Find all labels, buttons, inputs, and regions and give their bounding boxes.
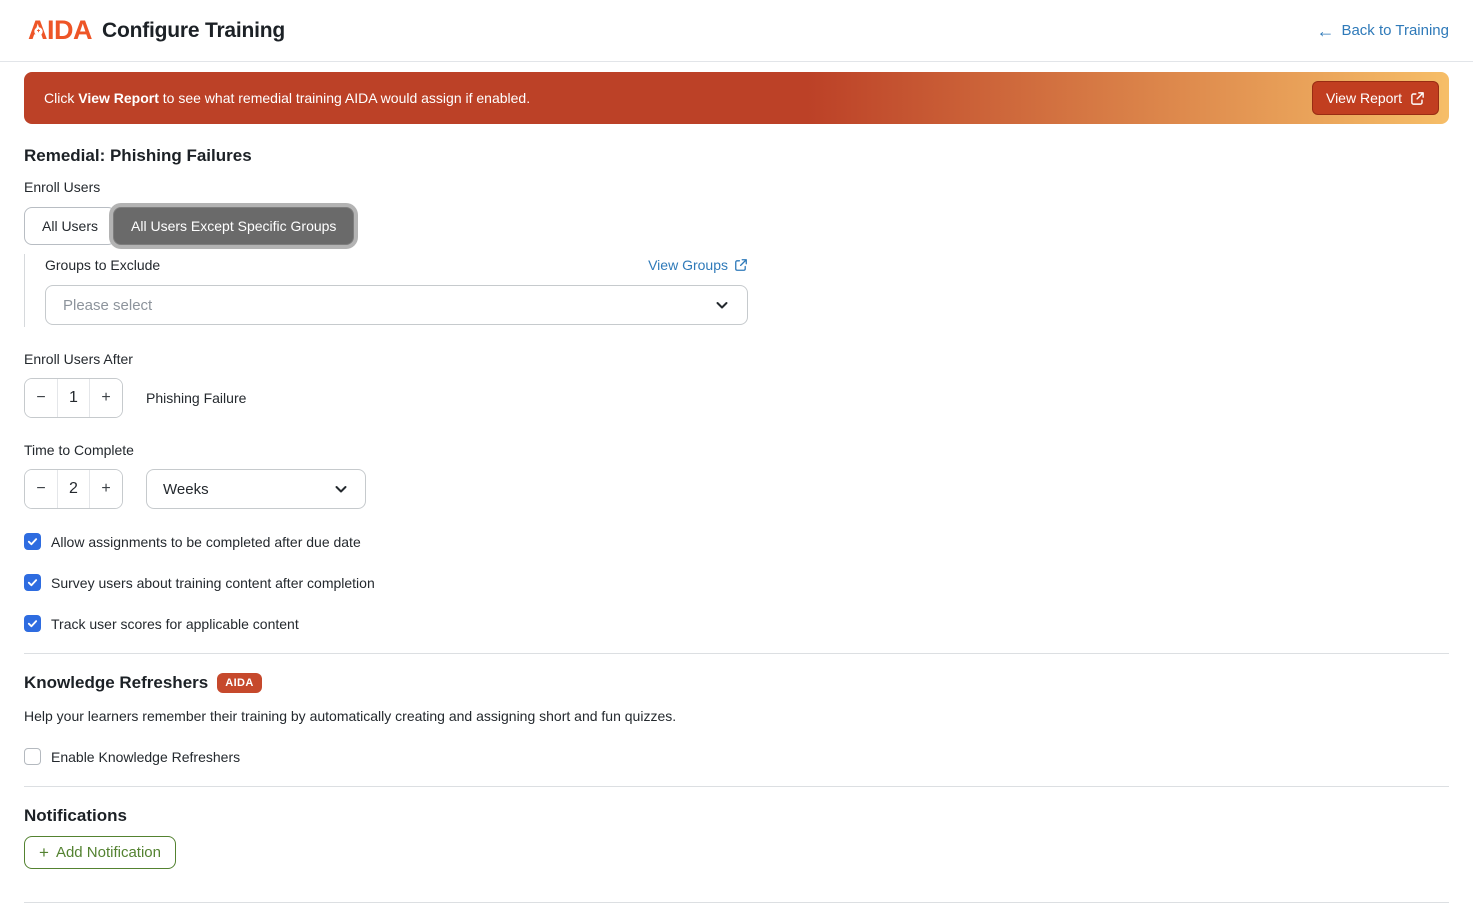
section-divider xyxy=(24,902,1449,903)
checkbox-row-enable-knowledge-refreshers[interactable]: Enable Knowledge Refreshers xyxy=(24,748,240,765)
section-divider xyxy=(24,653,1449,654)
knowledge-refreshers-title: Knowledge Refreshers xyxy=(24,673,208,693)
view-groups-link[interactable]: View Groups xyxy=(648,257,748,273)
checkbox-row-allow-late-completion[interactable]: Allow assignments to be completed after … xyxy=(24,533,361,550)
checkbox-checked-icon xyxy=(24,615,41,632)
phishing-failure-unit-label: Phishing Failure xyxy=(146,390,246,406)
checkbox-label: Survey users about training content afte… xyxy=(51,575,375,591)
stepper-decrement-button[interactable]: − xyxy=(25,470,57,508)
groups-to-exclude-select[interactable]: Please select xyxy=(45,285,748,325)
page-title: Configure Training xyxy=(102,19,285,43)
toggle-all-users[interactable]: All Users xyxy=(24,207,116,245)
time-to-complete-row: − 2 + Weeks xyxy=(24,469,1449,509)
view-report-banner: Click View Report to see what remedial t… xyxy=(24,72,1449,124)
chevron-down-icon xyxy=(714,297,730,313)
notifications-title: Notifications xyxy=(24,806,1449,826)
stepper-decrement-button[interactable]: − xyxy=(25,379,57,417)
toggle-all-users-except-groups[interactable]: All Users Except Specific Groups xyxy=(113,207,354,245)
back-to-training-link[interactable]: ← Back to Training xyxy=(1316,22,1449,40)
lightbulb-icon xyxy=(32,26,45,42)
main-content: Remedial: Phishing Failures Enroll Users… xyxy=(0,146,1473,903)
section-divider xyxy=(24,786,1449,787)
checkbox-row-survey-users[interactable]: Survey users about training content afte… xyxy=(24,574,375,591)
aida-logo: AIDA xyxy=(28,17,92,44)
enroll-users-after-label: Enroll Users After xyxy=(24,351,1449,367)
banner-message: Click View Report to see what remedial t… xyxy=(44,90,530,106)
stepper-value: 2 xyxy=(57,470,90,508)
external-link-icon xyxy=(734,258,748,272)
checkbox-label: Track user scores for applicable content xyxy=(51,616,299,632)
plus-icon: + xyxy=(39,844,49,861)
time-unit-selected: Weeks xyxy=(163,481,209,498)
header-left: AIDA Configure Training xyxy=(28,17,285,44)
time-stepper: − 2 + xyxy=(24,469,123,509)
knowledge-refreshers-description: Help your learners remember their traini… xyxy=(24,708,1449,724)
aida-badge: AIDA xyxy=(217,673,262,693)
chevron-down-icon xyxy=(333,481,349,497)
back-link-label: Back to Training xyxy=(1341,22,1449,39)
select-placeholder: Please select xyxy=(63,297,152,314)
time-unit-select[interactable]: Weeks xyxy=(146,469,366,509)
groups-to-exclude-label: Groups to Exclude xyxy=(45,257,160,273)
view-groups-link-label: View Groups xyxy=(648,257,728,273)
checkbox-checked-icon xyxy=(24,533,41,550)
stepper-value: 1 xyxy=(57,379,90,417)
checkbox-row-track-scores[interactable]: Track user scores for applicable content xyxy=(24,615,299,632)
enroll-after-row: − 1 + Phishing Failure xyxy=(24,378,1449,418)
groups-to-exclude-section: Groups to Exclude View Groups Please sel… xyxy=(24,254,748,327)
checkbox-checked-icon xyxy=(24,574,41,591)
enroll-users-label: Enroll Users xyxy=(24,179,1449,195)
checkbox-label: Allow assignments to be completed after … xyxy=(51,534,361,550)
checkbox-label: Enable Knowledge Refreshers xyxy=(51,749,240,765)
enroll-users-toggle-group: All Users All Users Except Specific Grou… xyxy=(24,206,1449,245)
phishing-failure-stepper: − 1 + xyxy=(24,378,123,418)
add-notification-button[interactable]: + Add Notification xyxy=(24,836,176,869)
stepper-increment-button[interactable]: + xyxy=(90,379,122,417)
knowledge-refreshers-heading: Knowledge Refreshers AIDA xyxy=(24,673,1449,693)
view-report-button[interactable]: View Report xyxy=(1312,81,1439,115)
remedial-section-title: Remedial: Phishing Failures xyxy=(24,146,1449,166)
checkbox-unchecked-icon xyxy=(24,748,41,765)
time-to-complete-label: Time to Complete xyxy=(24,442,1449,458)
app-header: AIDA Configure Training ← Back to Traini… xyxy=(0,0,1473,62)
back-arrow-icon: ← xyxy=(1316,22,1334,40)
external-link-icon xyxy=(1410,91,1425,106)
stepper-increment-button[interactable]: + xyxy=(90,470,122,508)
view-report-button-label: View Report xyxy=(1326,90,1402,106)
add-notification-label: Add Notification xyxy=(56,844,161,861)
